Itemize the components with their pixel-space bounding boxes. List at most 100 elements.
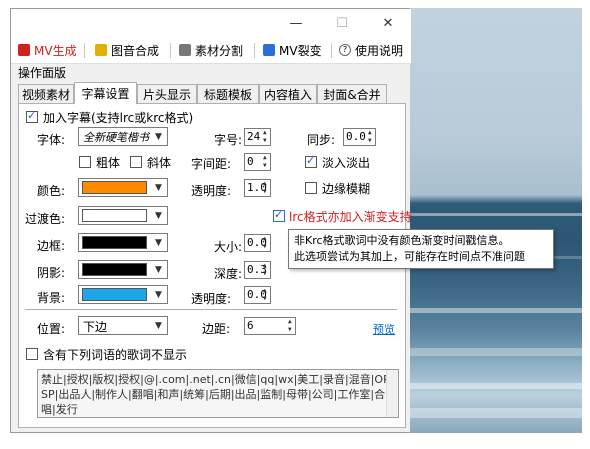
- minimize-button[interactable]: —: [273, 9, 319, 37]
- chevron-down-icon: ▼: [155, 131, 162, 142]
- sync-stepper[interactable]: 0.0 ▲ ▼: [343, 128, 376, 146]
- lrc-gradient-checkbox[interactable]: [273, 208, 285, 222]
- background-opacity-stepper[interactable]: 0.0 ▲ ▼: [244, 286, 271, 304]
- exclude-words-text: 禁止|授权|版权|授权|@|.com|.net|.cn|微信|qq|wx|美工|…: [41, 373, 394, 416]
- sync-value: 0.0: [346, 130, 366, 143]
- position-select[interactable]: 下边 ▼: [78, 316, 168, 335]
- mv-generate-button[interactable]: MV生成: [18, 40, 77, 60]
- font-size-value: 24: [247, 130, 261, 143]
- spin-arrows-icon: ▲ ▼: [263, 287, 267, 302]
- divider: [25, 309, 397, 310]
- spin-arrows-icon: ▲ ▼: [288, 318, 292, 333]
- font-size-label: 字号:: [214, 133, 243, 147]
- font-select[interactable]: 全新硬笔楷书 ▼: [78, 127, 168, 146]
- help-icon: ?: [339, 44, 351, 56]
- mv-fission-button[interactable]: MV裂变: [263, 40, 322, 60]
- opacity-label: 透明度:: [191, 184, 232, 198]
- shadow-depth-stepper[interactable]: 0.3 ▲ ▼: [244, 261, 271, 279]
- preview-link[interactable]: 预览: [373, 321, 395, 337]
- opacity-stepper[interactable]: 1.0 ▲ ▼: [244, 179, 271, 197]
- chevron-down-icon: ▼: [155, 264, 162, 275]
- letter-spacing-value: 0: [247, 155, 254, 168]
- lrc-gradient-label: lrc格式亦加入渐变支持: [289, 210, 412, 224]
- toolbar-divider: [84, 43, 85, 58]
- enable-subtitle-label: 加入字幕(支持lrc或krc格式): [43, 111, 194, 125]
- help-button[interactable]: ? 使用说明: [339, 40, 403, 60]
- background-label: 背景:: [37, 291, 66, 305]
- tab-video-material[interactable]: 视频素材: [18, 84, 74, 103]
- tab-intro-display[interactable]: 片头显示: [137, 84, 197, 103]
- transition-color-swatch: [82, 209, 147, 222]
- background-color-swatch: [82, 288, 147, 301]
- chevron-down-icon: ▼: [155, 182, 162, 193]
- font-select-value: 全新硬笔楷书: [83, 131, 149, 144]
- toolbar: MV生成 图音合成 素材分割 MV裂变 ? 使用说明: [11, 37, 411, 64]
- color-select[interactable]: ▼: [78, 178, 168, 197]
- edge-blur-checkbox[interactable]: [305, 182, 317, 194]
- border-size-stepper[interactable]: 0.0 ▲ ▼: [244, 234, 271, 252]
- transition-color-label: 过渡色:: [25, 212, 66, 226]
- exclude-words-checkbox[interactable]: [26, 348, 38, 360]
- position-select-value: 下边: [83, 320, 108, 334]
- tab-subtitle-settings[interactable]: 字幕设置: [74, 82, 137, 104]
- material-split-label: 素材分割: [195, 43, 244, 58]
- margin-stepper[interactable]: 6 ▲ ▼: [244, 317, 296, 335]
- image-audio-merge-button[interactable]: 图音合成: [95, 40, 159, 60]
- spin-arrows-icon: ▲ ▼: [368, 129, 372, 144]
- spin-arrows-icon: ▲ ▼: [263, 129, 267, 144]
- tab-content-insert[interactable]: 内容植入: [259, 84, 317, 103]
- edge-blur-label: 边缘模糊: [322, 182, 371, 196]
- sync-label: 同步:: [307, 133, 336, 147]
- font-label: 字体:: [37, 133, 66, 147]
- title-bar: — ☐ ✕: [11, 9, 411, 37]
- film-icon: [18, 44, 30, 56]
- border-label: 边框:: [37, 239, 66, 253]
- image-music-icon: [95, 44, 107, 56]
- split-icon: [179, 44, 191, 56]
- bold-checkbox[interactable]: [79, 156, 91, 168]
- maximize-button[interactable]: ☐: [319, 9, 365, 37]
- spin-arrows-icon: ▲ ▼: [263, 154, 267, 169]
- spin-arrows-icon: ▲ ▼: [263, 262, 267, 277]
- shadow-depth-label: 深度:: [214, 267, 243, 281]
- shadow-color-swatch: [82, 263, 147, 276]
- toolbar-divider: [331, 43, 332, 58]
- image-audio-merge-label: 图音合成: [111, 43, 160, 58]
- toolbar-divider: [170, 43, 171, 58]
- margin-label: 边距:: [202, 322, 231, 336]
- letter-spacing-stepper[interactable]: 0 ▲ ▼: [244, 153, 271, 171]
- color-swatch: [82, 181, 147, 194]
- position-label: 位置:: [37, 322, 66, 336]
- chevron-down-icon: ▼: [155, 210, 162, 221]
- mv-fission-label: MV裂变: [279, 43, 322, 58]
- transition-color-select[interactable]: ▼: [78, 206, 168, 225]
- enable-subtitle-checkbox[interactable]: [26, 109, 38, 123]
- material-split-button[interactable]: 素材分割: [179, 40, 243, 60]
- fade-checkbox[interactable]: [305, 154, 317, 168]
- border-color-select[interactable]: ▼: [78, 233, 168, 252]
- shadow-color-select[interactable]: ▼: [78, 260, 168, 279]
- letter-spacing-label: 字间距:: [191, 157, 232, 171]
- color-label: 颜色:: [37, 184, 66, 198]
- fade-label: 淡入淡出: [322, 156, 371, 170]
- background-opacity-label: 透明度:: [191, 292, 232, 306]
- exclude-words-label: 含有下列词语的歌词不显示: [43, 348, 188, 362]
- exclude-words-textarea[interactable]: 禁止|授权|版权|授权|@|.com|.net|.cn|微信|qq|wx|美工|…: [37, 369, 399, 418]
- mv-generate-label: MV生成: [34, 43, 77, 58]
- tab-title-template[interactable]: 标题模板: [197, 84, 259, 103]
- background-color-select[interactable]: ▼: [78, 285, 168, 304]
- textarea-scrollbar[interactable]: [386, 370, 398, 417]
- help-label: 使用说明: [355, 43, 404, 58]
- copy-icon: [263, 44, 275, 56]
- close-button[interactable]: ✕: [365, 9, 411, 37]
- main-window: — ☐ ✕ MV生成 图音合成 素材分割 MV裂变 ? 使用说明 操作面版 视频…: [10, 8, 412, 433]
- spin-arrows-icon: ▲ ▼: [263, 235, 267, 250]
- tooltip-line-1: 非Krc格式歌词中没有颜色渐变时间戳信息。: [294, 234, 510, 247]
- italic-checkbox[interactable]: [130, 156, 142, 168]
- tab-cover-merge[interactable]: 封面&合并: [317, 84, 387, 103]
- italic-label: 斜体: [147, 156, 172, 170]
- border-color-swatch: [82, 236, 147, 249]
- chevron-down-icon: ▼: [155, 320, 162, 331]
- tooltip-line-2: 此选项尝试为其加上，可能存在时间点不准问题: [294, 250, 525, 263]
- font-size-stepper[interactable]: 24 ▲ ▼: [244, 128, 271, 146]
